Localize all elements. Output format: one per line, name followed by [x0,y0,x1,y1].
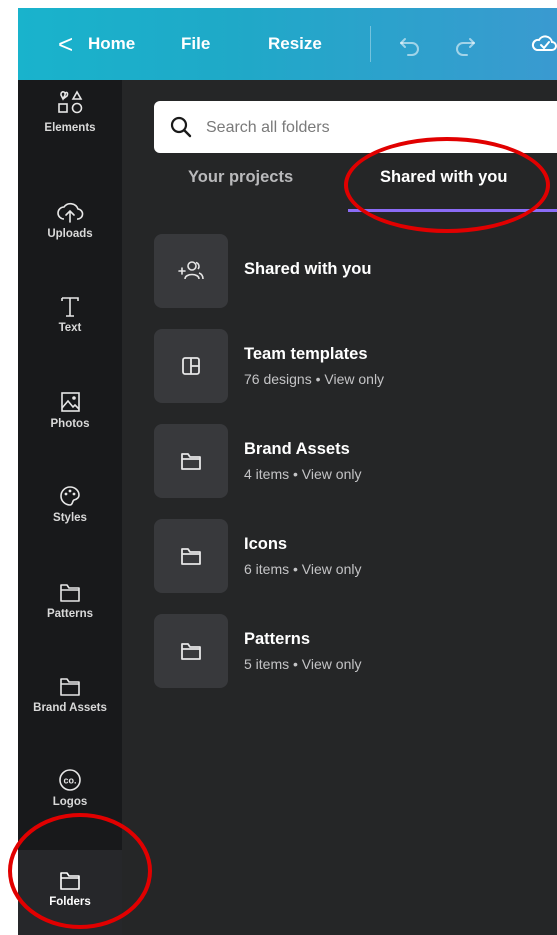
sidebar-item-label: Styles [53,512,87,524]
sidebar-item-label: Elements [44,122,96,134]
list-item-shared-with-you[interactable]: Shared with you [154,234,557,308]
sidebar-item-label: Brand Assets [33,702,107,714]
text-icon [61,297,79,317]
folder-title: Patterns [244,630,311,648]
folder-thumbnail [154,614,228,688]
folder-meta: 4 items • View only [244,466,362,482]
photo-icon [61,392,80,412]
template-icon [182,357,200,375]
home-button[interactable]: Home [88,8,135,80]
search-input[interactable] [204,113,548,143]
list-item-icons[interactable]: Icons 6 items • View only [154,519,557,593]
sidebar-item-logos[interactable]: co. Logos [18,766,122,826]
sidebar-item-uploads[interactable]: Uploads [18,198,122,258]
editor-window: < Home File Resize Elements Uploads Text… [18,8,557,935]
tab-your-projects[interactable]: Your projects [188,168,293,187]
co-logo-icon: co. [59,769,81,791]
folder-thumbnail [154,519,228,593]
folder-title: Team templates [244,345,368,363]
folder-thumbnail [154,234,228,308]
folder-meta: 6 items • View only [244,561,362,577]
palette-icon [60,486,80,506]
search-bar[interactable] [154,101,557,153]
svg-text:co.: co. [63,776,76,786]
resize-button[interactable]: Resize [268,8,322,80]
sidebar-item-elements[interactable]: Elements [18,88,122,154]
search-icon [170,116,192,138]
folder-title: Brand Assets [244,440,350,458]
upload-cloud-icon [57,202,84,223]
folder-title: Shared with you [244,260,372,278]
sidebar-item-brand-assets[interactable]: Brand Assets [18,672,122,732]
folder-title: Icons [244,535,288,553]
folder-icon [181,643,201,660]
folder-icon [181,453,201,470]
sidebar-item-patterns[interactable]: Patterns [18,578,122,638]
redo-icon[interactable] [451,30,479,58]
sidebar-item-label: Patterns [46,608,94,620]
folder-meta: 5 items • View only [244,656,362,672]
folder-icon [60,584,80,602]
sidebar-item-folders[interactable]: Folders [18,850,122,935]
folder-icon [60,872,80,890]
sidebar-item-label: Photos [50,418,90,430]
folder-thumbnail [154,424,228,498]
undo-icon[interactable] [396,30,424,58]
sidebar-item-text[interactable]: Text [18,292,122,352]
folder-icon [60,678,80,696]
list-item-brand-assets[interactable]: Brand Assets 4 items • View only [154,424,557,498]
elements-icon [58,90,83,114]
sidebar: Elements Uploads Text Photos Styles Patt… [18,80,122,935]
toolbar-divider [370,26,371,62]
file-menu-button[interactable]: File [181,8,210,80]
folder-thumbnail [154,329,228,403]
sidebar-item-label: Uploads [47,228,93,240]
sidebar-item-label: Text [58,322,82,334]
list-item-team-templates[interactable]: Team templates 76 designs • View only [154,329,557,403]
list-item-patterns[interactable]: Patterns 5 items • View only [154,614,557,688]
cloud-saved-icon[interactable] [530,30,557,58]
folder-icon [181,548,201,565]
sidebar-item-label: Folders [49,896,91,908]
sidebar-item-photos[interactable]: Photos [18,388,122,448]
back-chevron-icon[interactable]: < [58,8,73,80]
sidebar-item-styles[interactable]: Styles [18,482,122,542]
tab-shared-with-you[interactable]: Shared with you [380,168,507,187]
active-tab-indicator [348,209,557,212]
sidebar-item-label: Logos [52,796,88,808]
top-bar: < Home File Resize [18,8,557,80]
folder-meta: 76 designs • View only [244,371,385,387]
shared-users-icon [178,261,204,280]
